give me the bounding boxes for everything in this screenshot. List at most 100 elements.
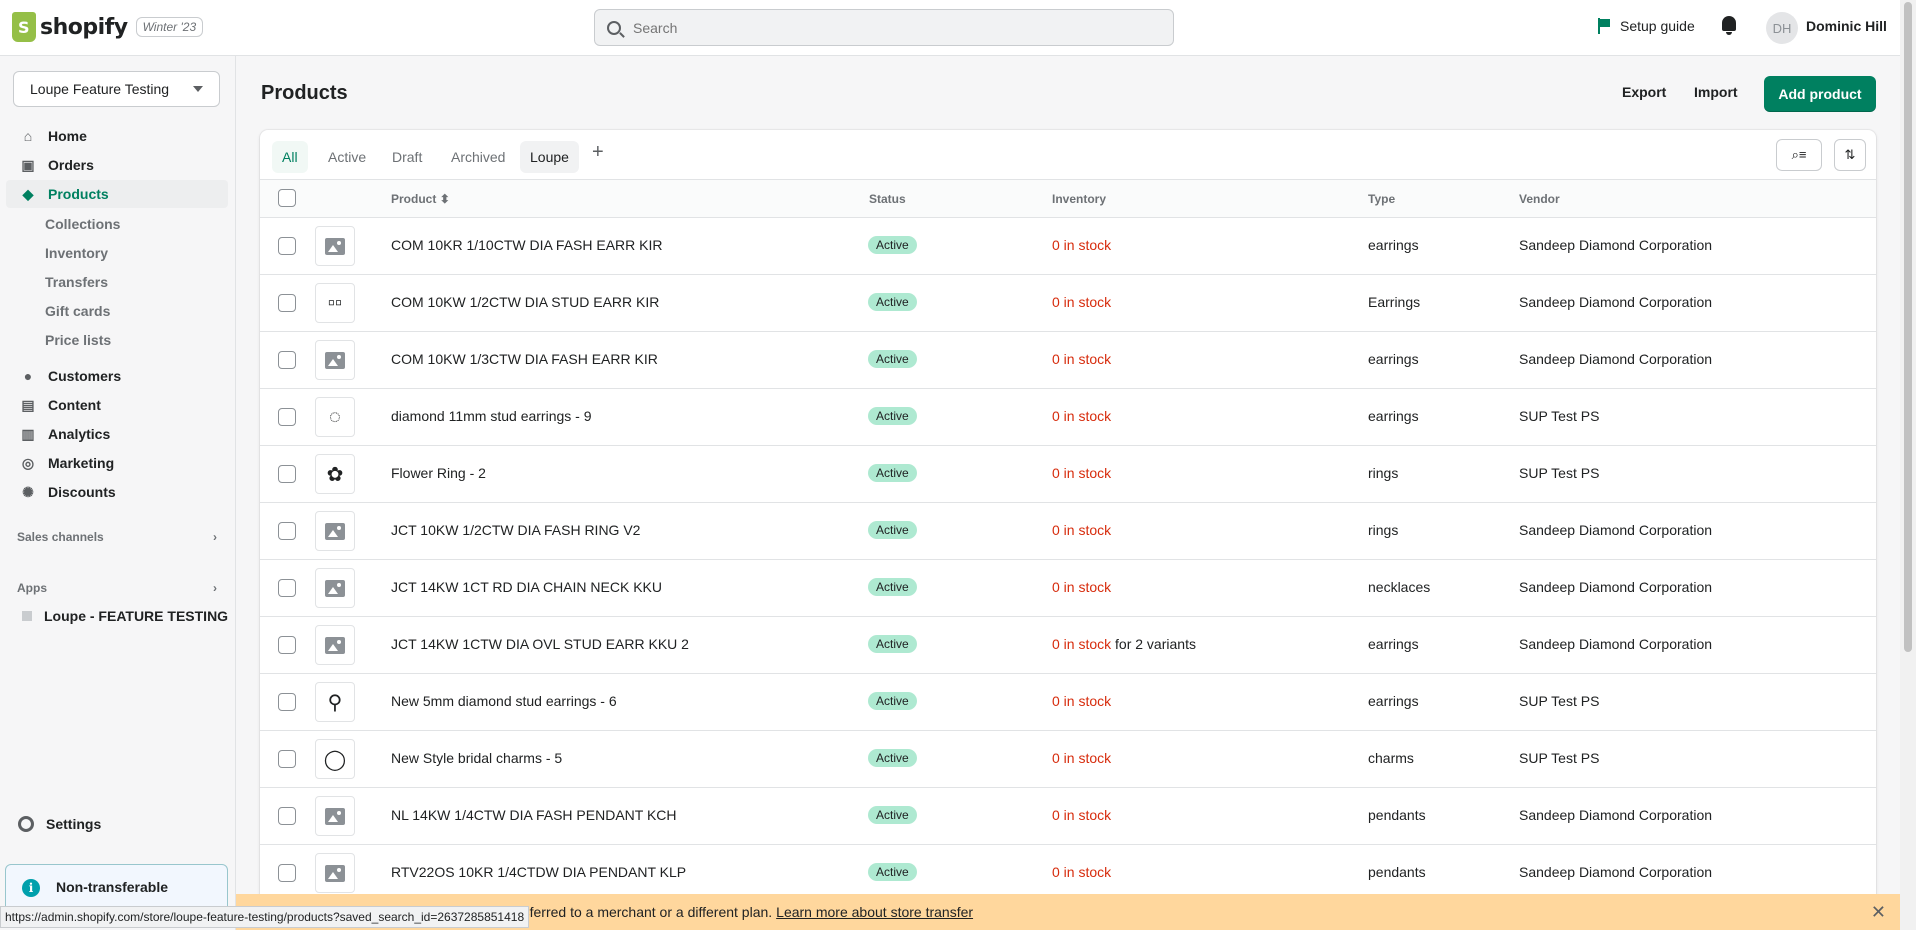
sidebar-item-inventory[interactable]: Inventory [45,245,108,261]
product-name[interactable]: COM 10KW 1/2CTW DIA STUD EARR KIR [391,294,659,310]
tab-draft[interactable]: Draft [382,141,432,173]
table-row[interactable]: ▫▫ COM 10KW 1/2CTW DIA STUD EARR KIR Activ… [260,275,1876,332]
tab-archived[interactable]: Archived [441,141,515,173]
product-thumbnail[interactable] [315,226,355,266]
sales-channels-section[interactable]: Sales channels › [17,530,217,544]
product-name[interactable]: New Style bridal charms - 5 [391,750,562,766]
import-button[interactable]: Import [1694,84,1738,100]
product-vendor: SUP Test PS [1519,750,1600,766]
add-tab-icon[interactable]: + [592,141,604,164]
sidebar-item-customers[interactable]: ● Customers [6,362,228,390]
sidebar-item-price-lists[interactable]: Price lists [45,332,111,348]
row-checkbox[interactable] [278,693,296,711]
sidebar-item-discounts[interactable]: ✺ Discounts [6,478,228,506]
search-input[interactable] [633,19,1153,36]
sidebar-item-home[interactable]: ⌂ Home [6,122,228,150]
sidebar-item-products[interactable]: ◆ Products [6,180,228,208]
stock-count: 0 in stock [1052,750,1112,766]
table-row[interactable]: ◯ New Style bridal charms - 5 Active 0 in s… [260,731,1876,788]
page-title: Products [261,82,348,104]
sidebar-item-orders[interactable]: ▣ Orders [6,151,228,179]
avatar[interactable]: DH [1766,12,1798,44]
product-thumbnail[interactable] [315,568,355,608]
table-row[interactable]: ✿ Flower Ring - 2 Active 0 in stock rings SUP… [260,446,1876,503]
row-checkbox[interactable] [278,579,296,597]
sidebar-item-settings[interactable]: Settings [18,816,101,832]
product-name[interactable]: COM 10KR 1/10CTW DIA FASH EARR KIR [391,237,663,253]
setup-guide-button[interactable]: Setup guide [1598,18,1695,34]
row-checkbox[interactable] [278,408,296,426]
product-thumbnail[interactable]: ◌ [315,397,355,437]
row-checkbox[interactable] [278,351,296,369]
close-icon[interactable]: ✕ [1871,902,1886,923]
sidebar-item-analytics[interactable]: ▥ Analytics [6,420,228,448]
table-row[interactable]: COM 10KW 1/3CTW DIA FASH EARR KIR Active 0… [260,332,1876,389]
shopify-logo[interactable]: shopify Winter '23 [12,12,204,42]
product-thumbnail[interactable] [315,340,355,380]
store-selector[interactable]: Loupe Feature Testing [13,71,220,107]
sidebar-item-collections[interactable]: Collections [45,216,120,232]
search-filter-button[interactable]: ⌕≡ [1776,139,1822,171]
sidebar-item-marketing[interactable]: ◎ Marketing [6,449,228,477]
select-all-checkbox[interactable] [278,189,296,207]
export-button[interactable]: Export [1622,84,1666,100]
bell-icon[interactable] [1720,16,1738,36]
sort-button[interactable]: ⇅ [1834,139,1866,171]
product-thumbnail[interactable] [315,853,355,893]
app-item-loupe[interactable]: Loupe - FEATURE TESTING [22,608,228,624]
table-row[interactable]: COM 10KR 1/10CTW DIA FASH EARR KIR Active… [260,218,1876,275]
table-row[interactable]: JCT 14KW 1CTW DIA OVL STUD EARR KKU 2 Act… [260,617,1876,674]
product-name[interactable]: Flower Ring - 2 [391,465,486,481]
table-row[interactable]: ◌ diamond 11mm stud earrings - 9 Active 0 i… [260,389,1876,446]
tab-loupe[interactable]: Loupe [520,141,579,173]
orders-icon: ▣ [21,156,35,173]
user-name[interactable]: Dominic Hill [1806,18,1887,34]
banner-link[interactable]: Learn more about store transfer [776,904,973,920]
product-name[interactable]: COM 10KW 1/3CTW DIA FASH EARR KIR [391,351,658,367]
table-row[interactable]: NL 14KW 1/4CTW DIA FASH PENDANT KCH Activ… [260,788,1876,845]
scrollbar-thumb[interactable] [1904,2,1912,652]
tab-active[interactable]: Active [318,141,376,173]
apps-section[interactable]: Apps › [17,581,217,595]
row-checkbox[interactable] [278,522,296,540]
chevron-right-icon: › [213,581,217,595]
product-thumbnail[interactable]: ▫▫ [315,283,355,323]
product-name[interactable]: JCT 14KW 1CTW DIA OVL STUD EARR KKU 2 [391,636,689,652]
row-checkbox[interactable] [278,294,296,312]
row-checkbox[interactable] [278,807,296,825]
sidebar-item-label: Home [48,128,87,144]
row-checkbox[interactable] [278,864,296,882]
sidebar-item-content[interactable]: ▤ Content [6,391,228,419]
product-thumbnail[interactable] [315,796,355,836]
sidebar-item-transfers[interactable]: Transfers [45,274,108,290]
product-name[interactable]: New 5mm diamond stud earrings - 6 [391,693,617,709]
row-checkbox[interactable] [278,237,296,255]
table-row[interactable]: JCT 14KW 1CT RD DIA CHAIN NECK KKU Active… [260,560,1876,617]
product-name[interactable]: JCT 14KW 1CT RD DIA CHAIN NECK KKU [391,579,662,595]
inventory-cell: 0 in stock [1052,807,1111,823]
table-header: Product ⬍ Status Inventory Type Vendor [260,180,1876,218]
tab-all[interactable]: All [272,141,308,173]
product-type: earrings [1368,351,1419,367]
product-thumbnail[interactable]: ◯ [315,739,355,779]
scrollbar[interactable] [1900,0,1916,930]
search-bar[interactable] [594,9,1174,46]
product-name[interactable]: RTV22OS 10KR 1/4CTDW DIA PENDANT KLP [391,864,686,880]
row-checkbox[interactable] [278,750,296,768]
table-row[interactable]: ⚲ New 5mm diamond stud earrings - 6 Active… [260,674,1876,731]
product-thumbnail[interactable] [315,625,355,665]
product-name[interactable]: JCT 10KW 1/2CTW DIA FASH RING V2 [391,522,640,538]
product-thumbnail[interactable]: ✿ [315,454,355,494]
product-thumbnail[interactable] [315,511,355,551]
sidebar-item-gift-cards[interactable]: Gift cards [45,303,110,319]
row-checkbox[interactable] [278,636,296,654]
table-row[interactable]: JCT 10KW 1/2CTW DIA FASH RING V2 Active 0 … [260,503,1876,560]
product-name[interactable]: NL 14KW 1/4CTW DIA FASH PENDANT KCH [391,807,677,823]
column-product[interactable]: Product ⬍ [391,192,450,206]
image-placeholder-icon [325,807,345,825]
add-product-button[interactable]: Add product [1764,76,1876,112]
product-name[interactable]: diamond 11mm stud earrings - 9 [391,408,592,424]
row-checkbox[interactable] [278,465,296,483]
stock-count: 0 in stock [1052,237,1112,253]
product-thumbnail[interactable]: ⚲ [315,682,355,722]
